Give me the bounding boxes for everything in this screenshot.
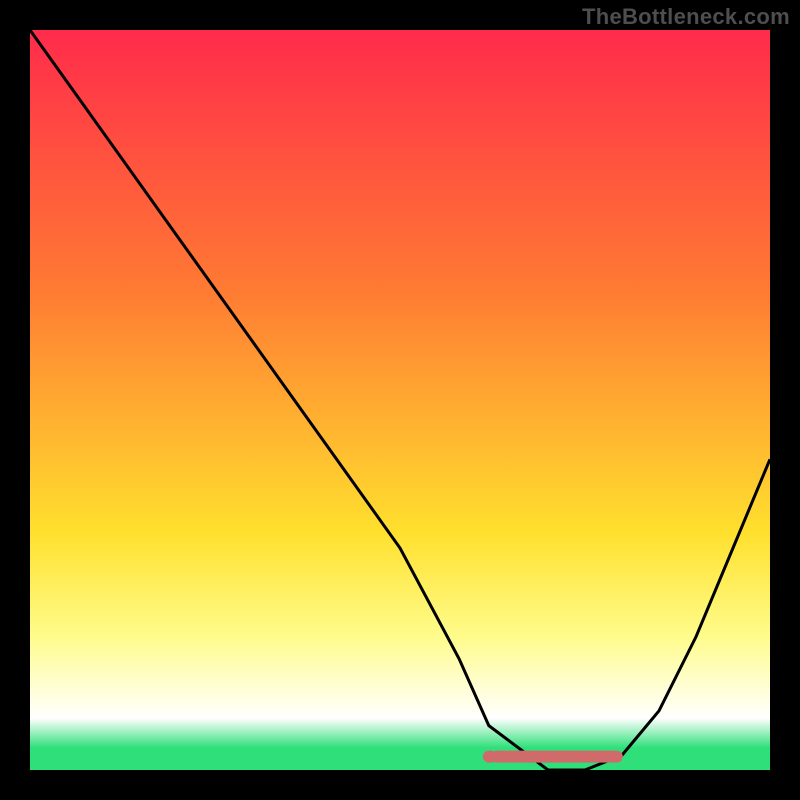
attribution-text: TheBottleneck.com xyxy=(582,4,790,30)
chart-frame xyxy=(30,30,770,770)
bottleneck-chart xyxy=(30,30,770,770)
gradient-background xyxy=(30,30,770,770)
